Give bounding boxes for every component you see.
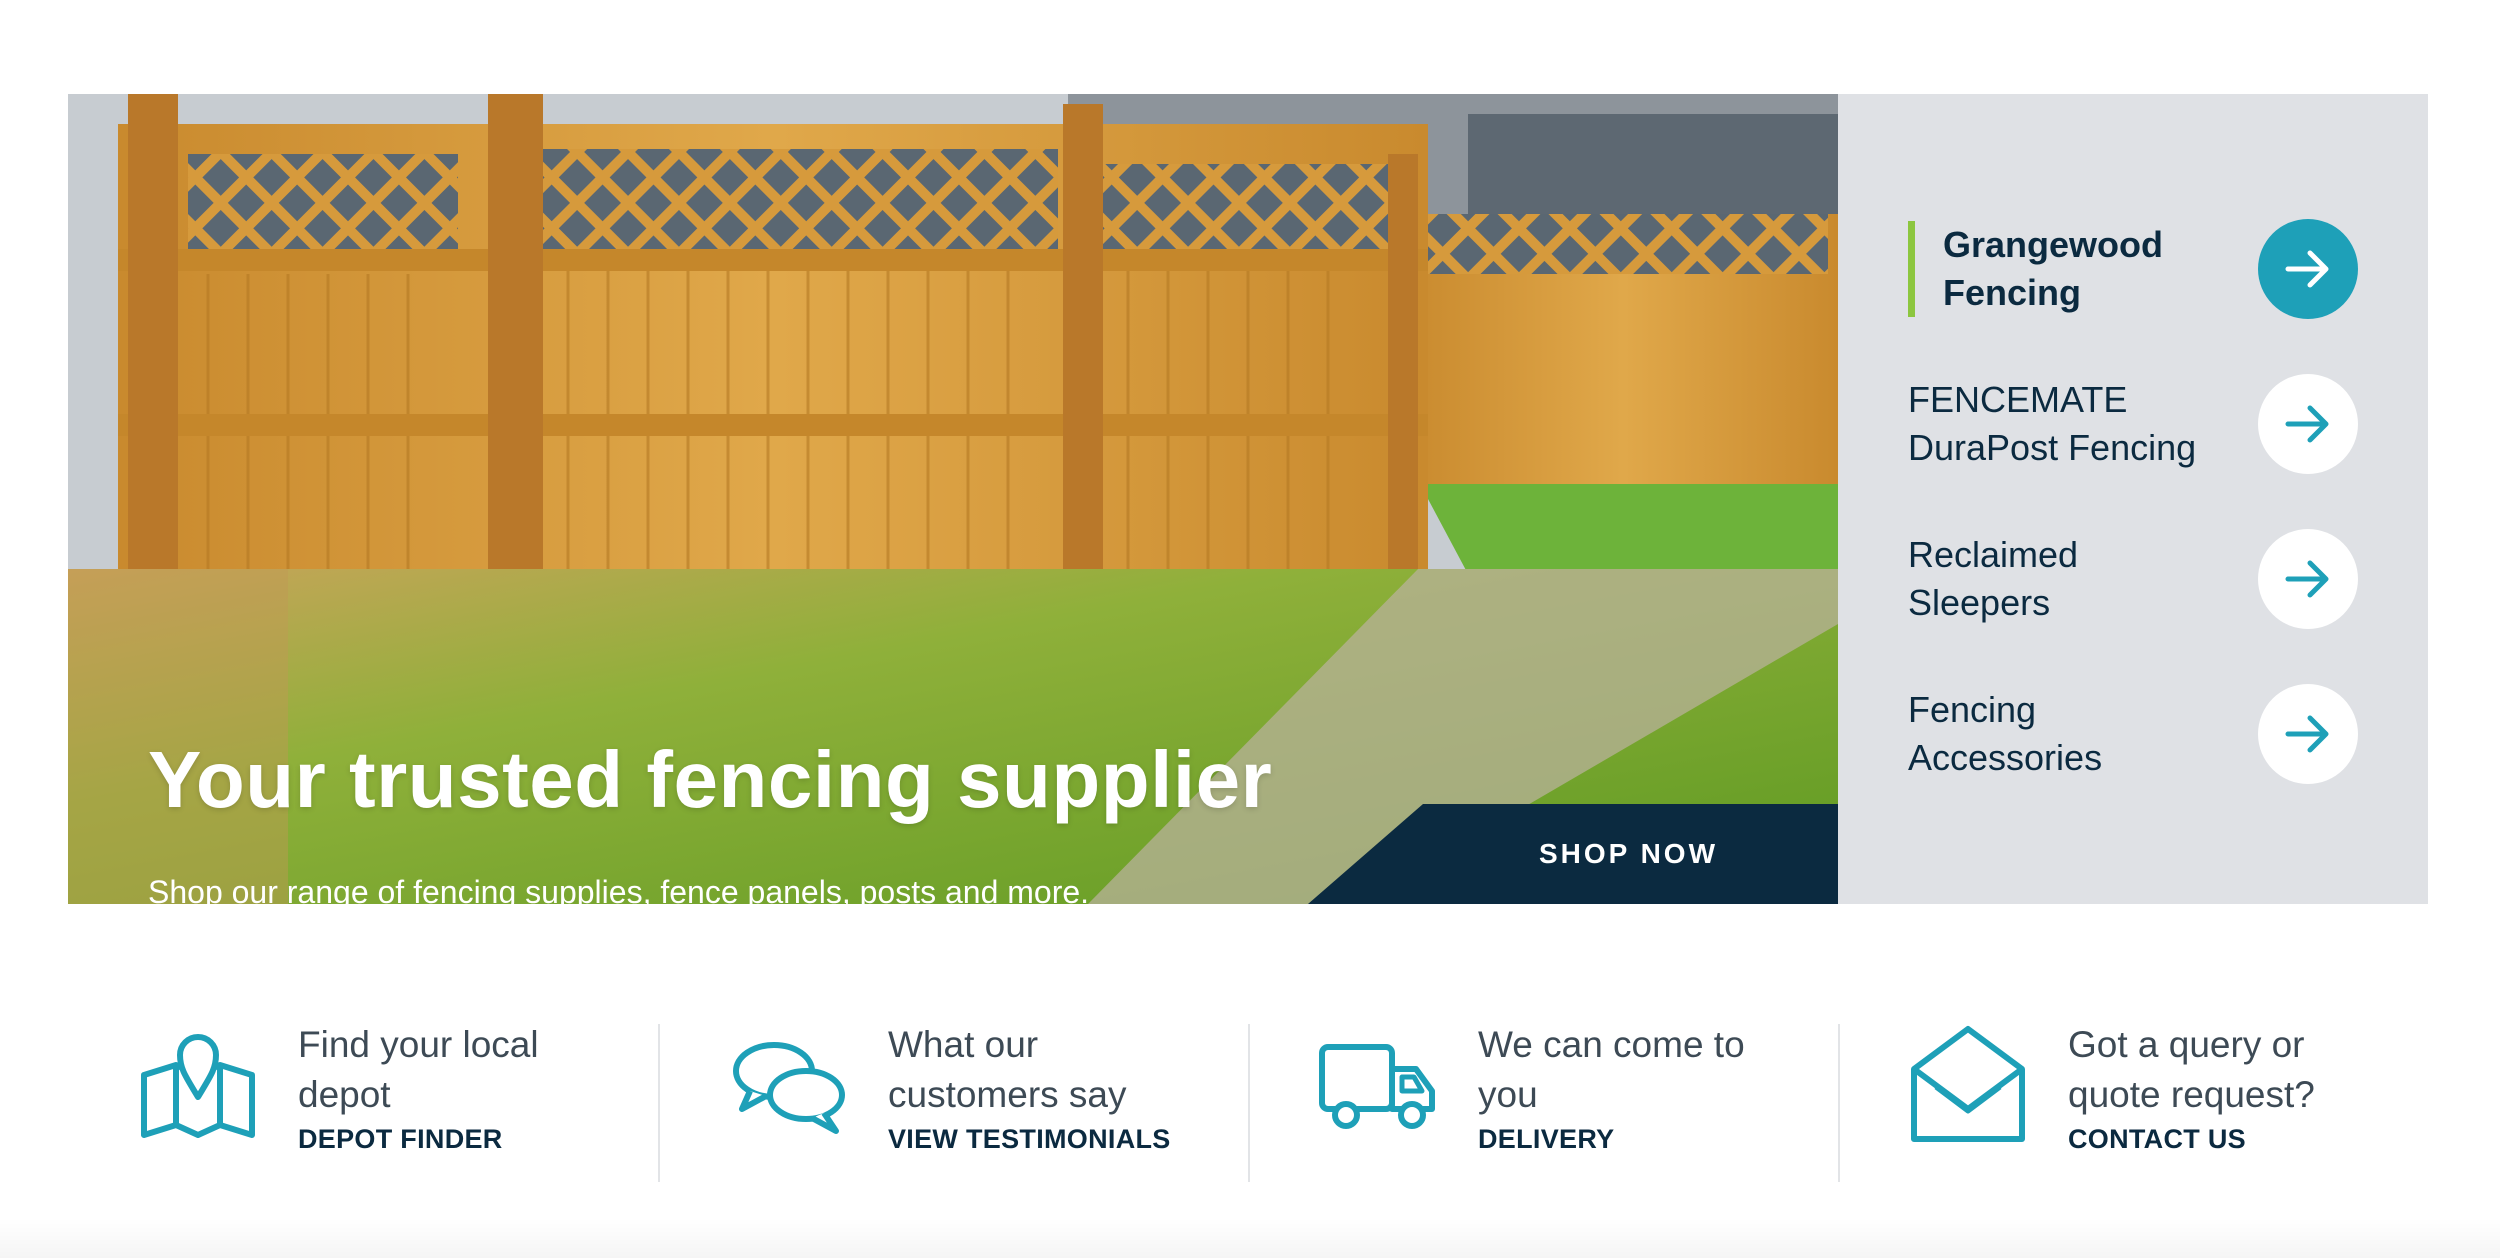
hero-subtext: Shop our range of fencing supplies, fenc… [148,874,1090,904]
map-pin-icon [138,1025,258,1145]
contact-us-link[interactable]: CONTACT US [2068,1124,2315,1155]
hero-fence-image: Your trusted fencing supplier Shop our r… [68,94,1838,904]
feature-text: Got a query or quote request? [2068,1024,2315,1115]
feature-testimonials[interactable]: What our customers say VIEW TESTIMONIALS [658,1020,1248,1180]
delivery-truck-icon [1318,1025,1438,1145]
view-testimonials-link[interactable]: VIEW TESTIMONIALS [888,1124,1171,1155]
side-item-label: Fencing Accessories [1908,689,2103,778]
feature-text: Find your local depot [298,1024,539,1115]
arrow-right-icon[interactable] [2258,684,2358,784]
chat-bubbles-icon [728,1025,848,1145]
delivery-link[interactable]: DELIVERY [1478,1124,1745,1155]
section-shadow [0,1218,2500,1258]
envelope-icon [1908,1025,2028,1145]
side-item-label: Grangewood Fencing [1908,221,2258,317]
feature-strip: Find your local depot DEPOT FINDER What … [68,1020,2428,1182]
hero-banner: Your trusted fencing supplier Shop our r… [68,94,2428,904]
side-item-reclaimed-sleepers[interactable]: Reclaimed Sleepers [1908,524,2358,634]
side-item-label: FENCEMATE DuraPost Fencing [1908,379,2197,468]
arrow-right-icon[interactable] [2258,374,2358,474]
category-side-menu: Grangewood Fencing FENCEMATE DuraPost Fe… [1838,94,2428,904]
feature-delivery[interactable]: We can come to you DELIVERY [1248,1020,1838,1180]
feature-text: What our customers say [888,1024,1127,1115]
arrow-right-icon[interactable] [2258,529,2358,629]
side-item-fencemate-durapost[interactable]: FENCEMATE DuraPost Fencing [1908,369,2358,479]
feature-contact[interactable]: Got a query or quote request? CONTACT US [1838,1020,2428,1180]
arrow-right-icon[interactable] [2258,219,2358,319]
depot-finder-link[interactable]: DEPOT FINDER [298,1124,539,1155]
hero-headline: Your trusted fencing supplier [148,735,1273,824]
feature-text: We can come to you [1478,1024,1745,1115]
side-item-label: Reclaimed Sleepers [1908,534,2079,623]
side-item-fencing-accessories[interactable]: Fencing Accessories [1908,679,2358,789]
side-item-grangewood-fencing[interactable]: Grangewood Fencing [1908,214,2358,324]
feature-depot-finder[interactable]: Find your local depot DEPOT FINDER [68,1020,658,1180]
